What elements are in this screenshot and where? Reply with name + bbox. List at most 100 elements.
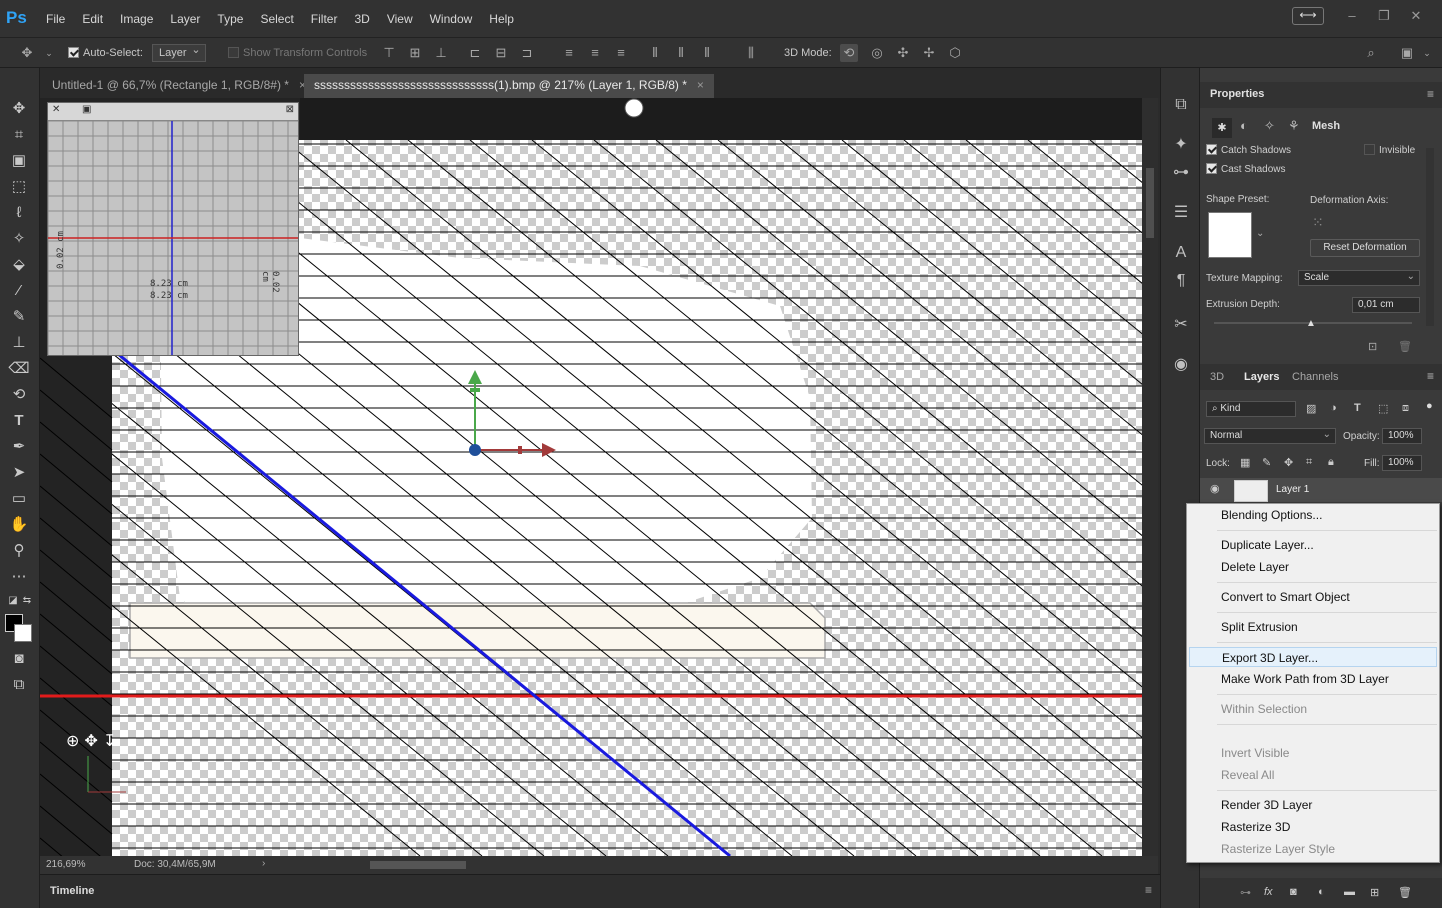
filter-toggle-icon[interactable]: ● bbox=[1426, 400, 1433, 412]
align-left-icon[interactable]: ⊏ bbox=[466, 44, 484, 62]
navigator-expand-icon[interactable]: ⊠ bbox=[286, 104, 294, 115]
menu-view[interactable]: View bbox=[387, 12, 422, 26]
layer-name[interactable]: Layer 1 bbox=[1276, 484, 1309, 495]
measure-navigator-panel[interactable]: ✕ ▣ ⊠ 0.02 cm 0.02 cm 8.23 cm 8.23 cm bbox=[47, 102, 299, 356]
adjustments-panel-icon[interactable]: ⊶ bbox=[1170, 162, 1192, 184]
filter-pixel-icon[interactable]: ▨ bbox=[1306, 402, 1316, 415]
menu-blending-options[interactable]: Blending Options... bbox=[1189, 505, 1437, 525]
swap-colors-icon[interactable]: ⇆ bbox=[16, 590, 38, 612]
navigator-close-icon[interactable]: ✕ bbox=[52, 104, 60, 115]
artboard-tool-icon[interactable]: ▣ bbox=[8, 150, 30, 172]
show-transform-checkbox[interactable]: Show Transform Controls bbox=[228, 44, 367, 62]
properties-title[interactable]: Properties bbox=[1210, 88, 1264, 100]
distribute-right-icon[interactable]: ⫴ bbox=[698, 44, 716, 62]
menu-file[interactable]: File bbox=[46, 12, 74, 26]
distribute-bottom-icon[interactable]: ≡ bbox=[612, 44, 630, 62]
brush-tool-icon[interactable]: ✎ bbox=[8, 306, 30, 328]
coordinates-tab-icon[interactable]: ⚘ bbox=[1288, 118, 1300, 134]
move-tool-icon[interactable]: ✥ bbox=[18, 44, 36, 62]
menu-rasterize-layer-style[interactable]: Rasterize Layer Style bbox=[1189, 839, 1437, 859]
auto-select-checkbox[interactable]: Auto-Select: bbox=[68, 44, 143, 62]
menu-3d[interactable]: 3D bbox=[354, 12, 378, 26]
deformation-axis-icon[interactable]: ⁙ bbox=[1312, 214, 1324, 231]
align-hcenter-icon[interactable]: ⊟ bbox=[492, 44, 510, 62]
close-tab-icon[interactable]: × bbox=[697, 78, 704, 92]
opacity-field[interactable]: 100% bbox=[1382, 428, 1422, 444]
tool-preset-chevron-icon[interactable]: ⌄ bbox=[40, 44, 58, 62]
lock-pixels-icon[interactable]: ✎ bbox=[1262, 456, 1271, 469]
lock-all-icon[interactable]: 🔒︎ bbox=[1328, 456, 1334, 469]
align-right-icon[interactable]: ⊐ bbox=[518, 44, 536, 62]
menu-reveal-all[interactable]: Reveal All bbox=[1189, 765, 1437, 785]
type-tool-icon[interactable]: T bbox=[8, 410, 30, 432]
menu-filter[interactable]: Filter bbox=[311, 12, 347, 26]
filter-smart-object-icon[interactable]: ⧈ bbox=[1402, 402, 1409, 415]
deform-tab-icon[interactable]: ◐ bbox=[1240, 118, 1248, 133]
mesh-tab-icon[interactable]: ✱ bbox=[1212, 118, 1232, 138]
properties-scrollbar[interactable] bbox=[1426, 148, 1434, 326]
minimize-icon[interactable]: – bbox=[1336, 6, 1368, 26]
layer-row[interactable]: ◉ Layer 1 bbox=[1200, 478, 1442, 502]
pen-tool-icon[interactable]: ✒ bbox=[8, 436, 30, 458]
extrusion-depth-field[interactable]: 0,01 cm bbox=[1352, 297, 1420, 313]
marquee-tool-icon[interactable]: ⬚ bbox=[8, 176, 30, 198]
distribute-top-icon[interactable]: ≡ bbox=[560, 44, 578, 62]
search-icon[interactable]: ⌕ bbox=[1362, 44, 1380, 62]
auto-align-icon[interactable]: ⫼ bbox=[742, 44, 760, 62]
menu-window[interactable]: Window bbox=[430, 12, 482, 26]
workspace-arrows-icon[interactable]: ⟷ bbox=[1292, 7, 1324, 25]
align-bottom-icon[interactable]: ⊥ bbox=[432, 44, 450, 62]
tools-preset-icon[interactable]: ✂ bbox=[1170, 314, 1192, 336]
distribute-hcenter-icon[interactable]: ⫴ bbox=[672, 44, 690, 62]
workspace-chevron-icon[interactable]: ⌄ bbox=[1418, 44, 1436, 62]
invisible-checkbox[interactable]: Invisible bbox=[1364, 144, 1415, 156]
3d-panel-icon[interactable]: ◉ bbox=[1170, 354, 1192, 376]
menu-layer[interactable]: Layer bbox=[170, 12, 209, 26]
slide-3d-icon[interactable]: ✢ bbox=[920, 44, 938, 62]
menu-convert-smart-object[interactable]: Convert to Smart Object bbox=[1189, 587, 1437, 607]
render-icon[interactable]: ⊡ bbox=[1368, 340, 1377, 353]
delete-layer-icon[interactable]: 🗑 bbox=[1398, 886, 1412, 899]
new-adjustment-icon[interactable]: ◐ bbox=[1318, 886, 1325, 898]
menu-edit[interactable]: Edit bbox=[82, 12, 112, 26]
paint-bucket-tool-icon[interactable]: ⬙ bbox=[8, 254, 30, 276]
visibility-eye-icon[interactable]: ◉ bbox=[1210, 482, 1220, 495]
lock-artboard-icon[interactable]: ⌗ bbox=[1306, 456, 1312, 469]
move-tool-icon[interactable]: ✥ bbox=[8, 98, 30, 120]
layers-menu-icon[interactable]: ≡ bbox=[1427, 369, 1434, 383]
layer-style-icon[interactable]: fx bbox=[1264, 886, 1273, 898]
layer-thumbnail[interactable] bbox=[1234, 480, 1268, 502]
screen-mode-icon[interactable]: ⧉ bbox=[8, 674, 30, 696]
filter-adjustment-icon[interactable]: ◑ bbox=[1330, 402, 1337, 414]
shape-preset-chevron-icon[interactable]: ⌄ bbox=[1256, 228, 1264, 239]
menu-select[interactable]: Select bbox=[260, 12, 302, 26]
menu-make-work-path[interactable]: Make Work Path from 3D Layer bbox=[1189, 669, 1437, 689]
workspace-icon[interactable]: ▣ bbox=[1398, 44, 1416, 62]
filter-type-icon[interactable]: T bbox=[1354, 402, 1361, 414]
quick-mask-icon[interactable]: ◙ bbox=[8, 648, 30, 670]
drag-3d-icon[interactable]: ✣ bbox=[894, 44, 912, 62]
navigator-menu-icon[interactable]: ▣ bbox=[82, 104, 91, 115]
stamp-tool-icon[interactable]: ⊥ bbox=[8, 332, 30, 354]
more-tools-icon[interactable]: ⋯ bbox=[8, 566, 30, 588]
tab-layers[interactable]: Layers bbox=[1244, 371, 1279, 383]
brush-panel-icon[interactable]: ✦ bbox=[1170, 134, 1192, 156]
character-panel-icon[interactable]: A bbox=[1170, 242, 1192, 264]
eraser-tool-icon[interactable]: ⌫ bbox=[8, 358, 30, 380]
catch-shadows-checkbox[interactable]: Catch Shadows bbox=[1206, 144, 1291, 156]
lock-transparent-icon[interactable]: ▦ bbox=[1240, 456, 1250, 469]
menu-render-3d-layer[interactable]: Render 3D Layer bbox=[1189, 795, 1437, 815]
add-mask-icon[interactable]: ◙ bbox=[1290, 886, 1297, 898]
align-top-icon[interactable]: ⊤ bbox=[380, 44, 398, 62]
distribute-vcenter-icon[interactable]: ≡ bbox=[586, 44, 604, 62]
eyedropper-tool-icon[interactable]: ⁄ bbox=[8, 280, 30, 302]
menu-within-selection[interactable]: Within Selection bbox=[1189, 699, 1437, 719]
rectangle-tool-icon[interactable]: ▭ bbox=[8, 488, 30, 510]
close-icon[interactable]: ✕ bbox=[1400, 6, 1432, 26]
extrusion-slider-thumb[interactable]: ▲ bbox=[1306, 318, 1316, 329]
status-expand-icon[interactable]: › bbox=[262, 858, 265, 869]
texture-mapping-dropdown[interactable]: Scale ⌄ bbox=[1298, 270, 1420, 286]
layer-kind-filter[interactable]: ⌕ Kind bbox=[1206, 401, 1296, 417]
cap-tab-icon[interactable]: ✧ bbox=[1264, 118, 1275, 134]
orbit-3d-icon[interactable]: ⟲ bbox=[840, 44, 858, 62]
